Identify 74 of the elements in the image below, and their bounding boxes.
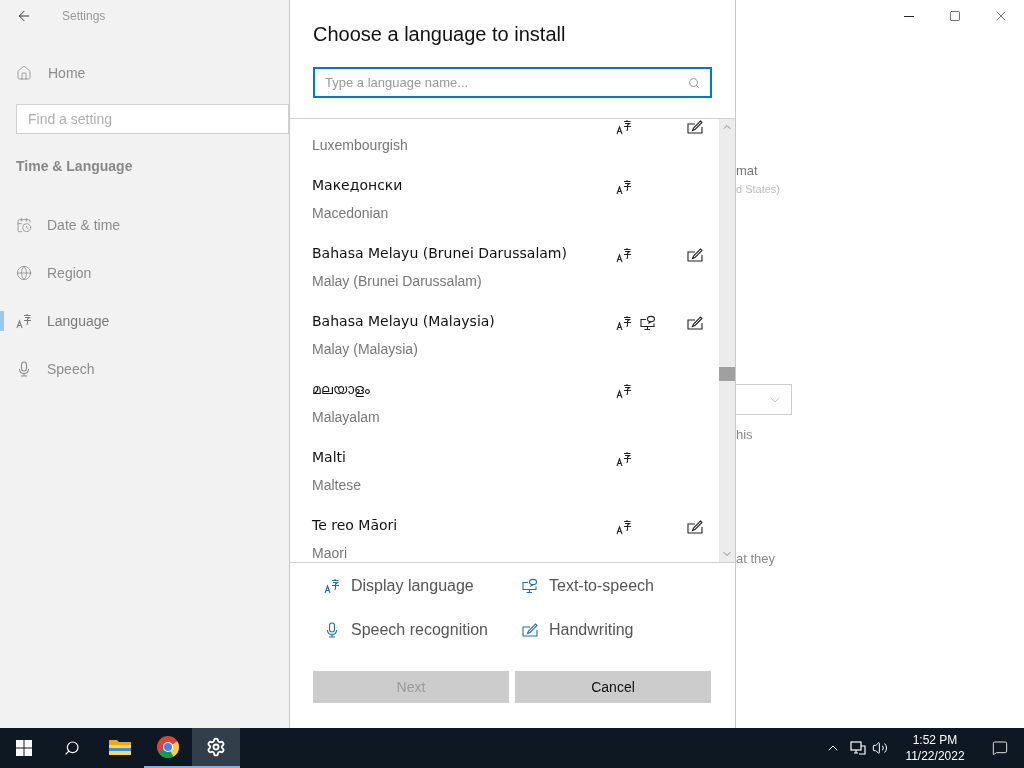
nav-item[interactable]: Date & time <box>16 214 121 236</box>
content-text: mat <box>736 162 759 180</box>
language-english-name: Maltese <box>312 476 363 495</box>
language-name: Bahasa Melayu (Malaysia) <box>312 312 496 331</box>
language-name: Te reo Māori <box>312 516 399 535</box>
windows-icon <box>16 740 32 756</box>
scrollbar[interactable] <box>719 119 735 562</box>
microphone-icon <box>16 361 32 377</box>
legend-label: Speech recognition <box>351 620 488 640</box>
monitor-speech-icon <box>640 315 656 331</box>
language-icon <box>616 179 632 195</box>
taskbar-app[interactable] <box>192 728 240 768</box>
section-title: Time & Language <box>16 157 134 176</box>
content-text: d States) <box>736 182 782 197</box>
language-icon <box>616 247 632 263</box>
legend-label: Text-to-speech <box>549 576 654 596</box>
browser-icon <box>156 735 180 759</box>
language-english-name: Luxembourgish <box>312 136 409 155</box>
language-english-name: Macedonian <box>312 204 390 223</box>
language-english-name: Maori <box>312 544 348 562</box>
network-icon[interactable] <box>850 740 866 756</box>
monitor-speech-icon <box>522 578 538 594</box>
pen-box-icon <box>687 247 703 263</box>
language-name: Македонски <box>312 176 404 195</box>
minimize-icon <box>904 15 914 17</box>
clock-time: 1:52 PM <box>912 732 958 748</box>
microphone-icon <box>324 622 340 638</box>
scrollbar-thumb[interactable] <box>719 367 735 381</box>
language-english-name: Malayalam <box>312 408 381 427</box>
nav-item[interactable]: Region <box>16 262 92 284</box>
pen-box-icon <box>687 519 703 535</box>
back-button[interactable] <box>16 8 32 24</box>
clock[interactable]: 1:52 PM 11/22/2022 <box>896 732 974 764</box>
restore-icon <box>949 10 961 22</box>
pen-box-icon <box>522 622 538 638</box>
selection-indicator <box>0 311 4 331</box>
pen-box-icon <box>687 119 703 135</box>
globe-icon <box>16 265 32 281</box>
gear-icon <box>206 737 226 757</box>
dialog-title: Choose a language to install <box>313 22 567 46</box>
pen-box-icon <box>687 315 703 331</box>
nav-item[interactable]: Speech <box>16 358 95 380</box>
back-icon <box>16 8 32 24</box>
language-icon <box>616 383 632 399</box>
language-icon <box>16 313 32 329</box>
notification-icon <box>992 740 1008 756</box>
folder-icon <box>108 737 132 757</box>
search-field[interactable]: Find a setting <box>16 104 289 134</box>
content-text: at they <box>736 550 777 568</box>
search-icon <box>64 740 80 756</box>
language-icon <box>324 578 340 594</box>
home-nav-item[interactable]: Home <box>0 53 289 93</box>
nav-item[interactable]: Language <box>16 310 110 332</box>
language-name: Bahasa Melayu (Brunei Darussalam) <box>312 244 568 263</box>
legend-label: Display language <box>351 576 474 596</box>
home-icon <box>16 65 32 81</box>
language-english-name: Malay (Malaysia) <box>312 340 419 359</box>
placeholder: Type a language name... <box>325 73 469 92</box>
search-field[interactable]: Type a language name... <box>313 67 712 98</box>
language-name: Malti <box>312 448 347 467</box>
language-name: മലയാളം <box>312 380 371 399</box>
volume-icon[interactable] <box>872 740 888 756</box>
window-title: Settings <box>62 8 106 25</box>
search-icon <box>688 76 700 89</box>
language-icon <box>616 315 632 331</box>
calendar-icon <box>16 217 32 233</box>
language-icon <box>616 451 632 467</box>
content-text: his <box>736 426 754 444</box>
language-icon <box>616 519 632 535</box>
language-icon <box>616 119 632 135</box>
dialog-button[interactable]: Cancel <box>515 671 711 703</box>
legend-label: Handwriting <box>549 620 634 640</box>
language-english-name: Malay (Brunei Darussalam) <box>312 272 483 291</box>
clock-date: 11/22/2022 <box>905 748 965 764</box>
